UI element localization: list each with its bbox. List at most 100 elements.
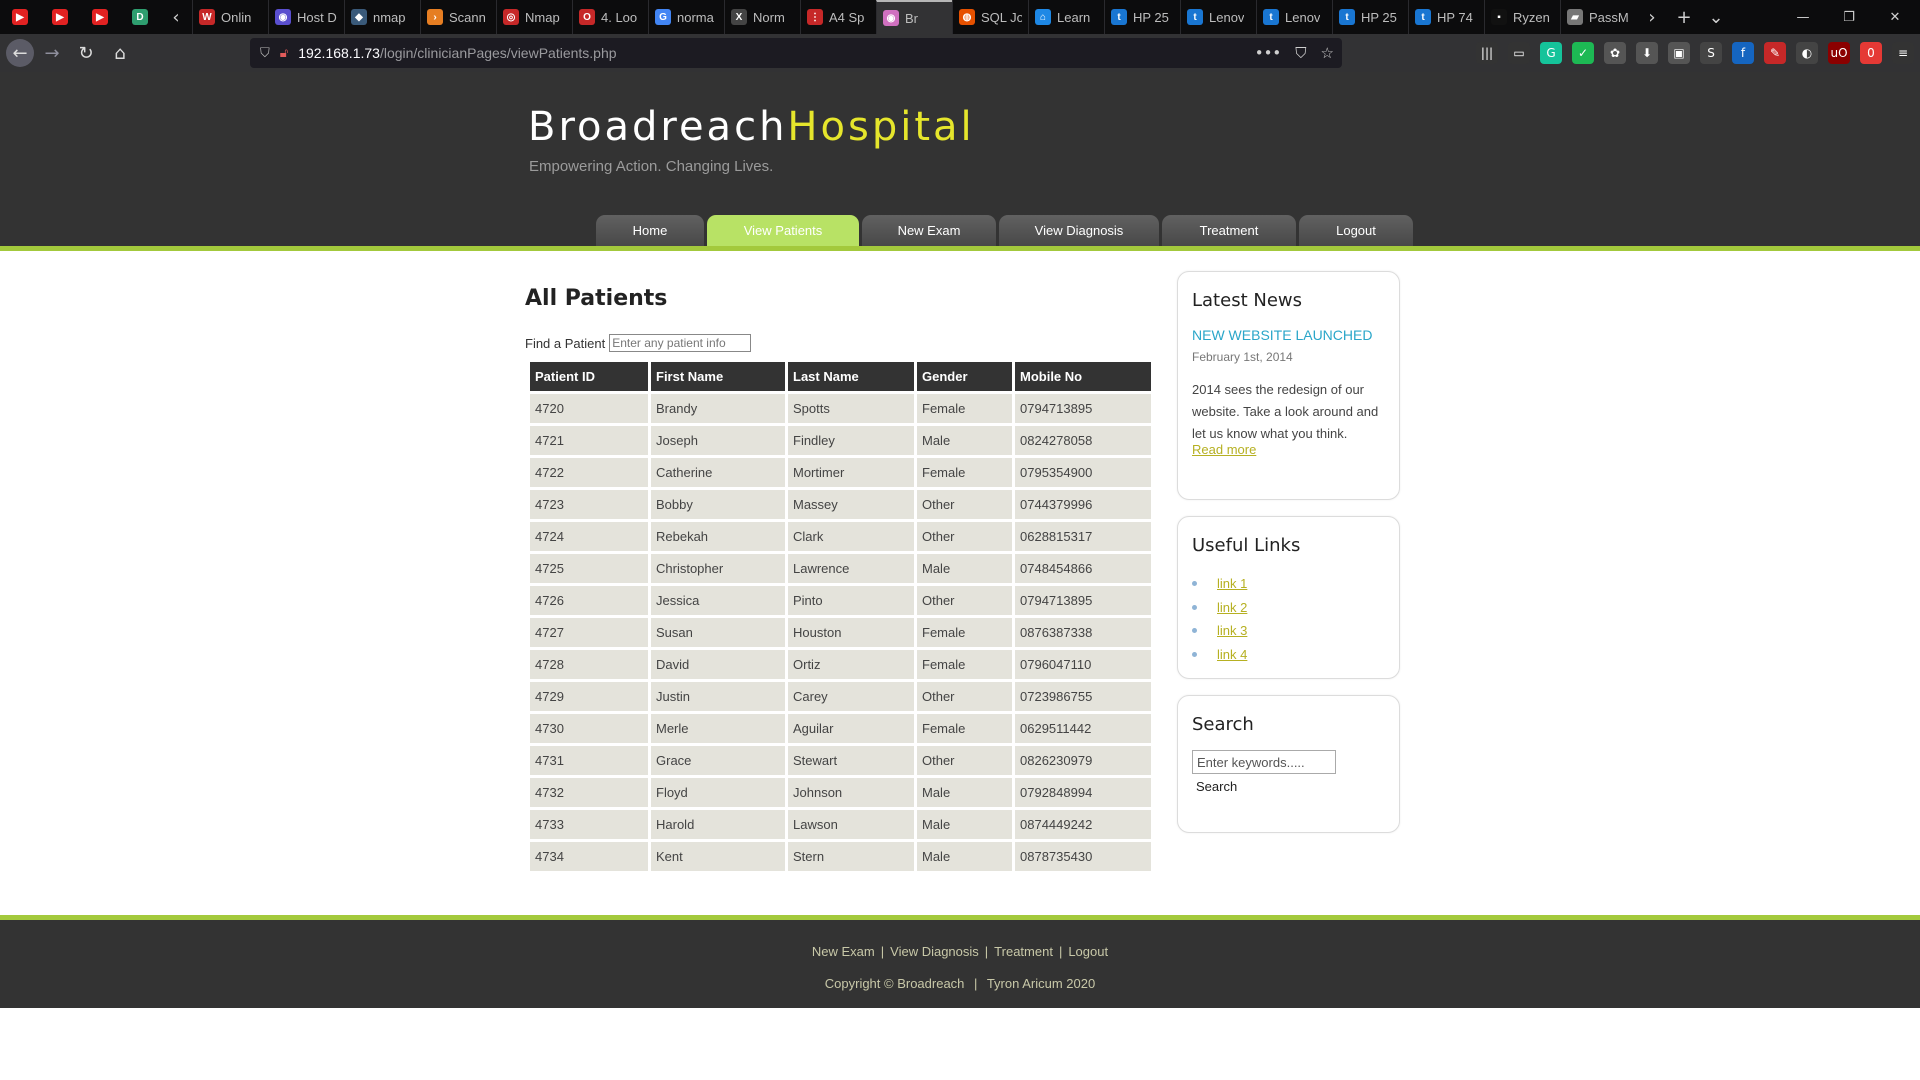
table-cell: Other <box>917 490 1012 519</box>
new-tab-button[interactable]: + <box>1668 7 1700 28</box>
extension-icon[interactable]: ✿ <box>1604 42 1626 64</box>
extension-icon[interactable]: ▭ <box>1508 42 1530 64</box>
table-row[interactable]: 4733 Harold Lawson Male 0874449242 <box>530 810 1151 839</box>
find-patient-input[interactable] <box>609 334 752 352</box>
browser-tab[interactable]: › Scann <box>420 0 496 34</box>
back-button[interactable]: ← <box>6 39 34 67</box>
extension-icon[interactable]: ||| <box>1476 42 1498 64</box>
home-button[interactable]: ⌂ <box>104 37 136 69</box>
browser-tab[interactable]: t HP 74 <box>1408 0 1484 34</box>
tab-title: HP 25 <box>1361 9 1397 25</box>
useful-link[interactable]: link 4 <box>1217 647 1247 662</box>
url-text[interactable]: 192.168.1.73/login/clinicianPages/viewPa… <box>298 45 616 61</box>
reload-button[interactable]: ↻ <box>70 37 102 69</box>
restore-window-button[interactable]: ❐ <box>1826 0 1872 34</box>
extension-icon[interactable]: ⬇ <box>1636 42 1658 64</box>
browser-tab[interactable]: t HP 25 <box>1332 0 1408 34</box>
shield-icon[interactable]: ⛉ <box>260 46 270 61</box>
extension-icon[interactable]: f <box>1732 42 1754 64</box>
extension-icon[interactable]: ≡ <box>1892 42 1914 64</box>
table-row[interactable]: 4726 Jessica Pinto Other 0794713895 <box>530 586 1151 615</box>
useful-link[interactable]: link 1 <box>1217 576 1247 591</box>
table-row[interactable]: 4730 Merle Aguilar Female 0629511442 <box>530 714 1151 743</box>
table-cell: Stern <box>788 842 914 871</box>
extension-icon[interactable]: ▣ <box>1668 42 1690 64</box>
browser-tab[interactable]: t Lenov <box>1256 0 1332 34</box>
useful-link[interactable]: link 3 <box>1217 623 1247 638</box>
extension-icon[interactable]: ✓ <box>1572 42 1594 64</box>
browser-tab[interactable]: t HP 25 <box>1104 0 1180 34</box>
table-row[interactable]: 4732 Floyd Johnson Male 0792848994 <box>530 778 1151 807</box>
browser-tab[interactable]: ▪ Ryzen <box>1484 0 1560 34</box>
nav-logout[interactable]: Logout <box>1299 215 1413 246</box>
extension-icon[interactable]: 0 <box>1860 42 1882 64</box>
table-row[interactable]: 4725 Christopher Lawrence Male 0748454866 <box>530 554 1151 583</box>
table-cell: 4733 <box>530 810 648 839</box>
browser-tab[interactable]: ◆ nmap <box>344 0 420 34</box>
footer-separator: | <box>974 976 978 991</box>
browser-tab[interactable]: W Onlin <box>192 0 268 34</box>
table-cell: Johnson <box>788 778 914 807</box>
footer-link[interactable]: Logout <box>1068 944 1108 959</box>
forward-button[interactable]: → <box>36 37 68 69</box>
page-actions-icon[interactable]: ••• <box>1255 44 1282 62</box>
extension-icon[interactable]: ◐ <box>1796 42 1818 64</box>
footer-link[interactable]: Treatment <box>994 944 1053 959</box>
search-input[interactable] <box>1192 750 1336 774</box>
read-more-link[interactable]: Read more <box>1192 442 1256 457</box>
pinned-tab[interactable]: ▶ <box>80 0 120 34</box>
table-row[interactable]: 4734 Kent Stern Male 0878735430 <box>530 842 1151 871</box>
table-row[interactable]: 4729 Justin Carey Other 0723986755 <box>530 682 1151 711</box>
table-row[interactable]: 4723 Bobby Massey Other 0744379996 <box>530 490 1151 519</box>
pinned-tab[interactable]: ▶ <box>40 0 80 34</box>
table-cell: 0629511442 <box>1015 714 1151 743</box>
table-row[interactable]: 4724 Rebekah Clark Other 0628815317 <box>530 522 1151 551</box>
table-row[interactable]: 4727 Susan Houston Female 0876387338 <box>530 618 1151 647</box>
browser-tab[interactable]: ⋮ A4 Sp <box>800 0 876 34</box>
nav-home[interactable]: Home <box>596 215 704 246</box>
table-row[interactable]: 4728 David Ortiz Female 0796047110 <box>530 650 1151 679</box>
pinned-tab[interactable]: ▶ <box>0 0 40 34</box>
address-bar[interactable]: ⛉ 🔓︎ 192.168.1.73/login/clinicianPages/v… <box>250 38 1342 68</box>
bookmark-star-icon[interactable]: ☆ <box>1321 44 1334 62</box>
nav-new-exam[interactable]: New Exam <box>862 215 996 246</box>
close-window-button[interactable]: ✕ <box>1872 0 1918 34</box>
minimize-window-button[interactable]: — <box>1780 0 1826 34</box>
table-cell: 4725 <box>530 554 648 583</box>
useful-link[interactable]: link 2 <box>1217 600 1247 615</box>
browser-tab[interactable]: Gnorma <box>648 0 724 34</box>
table-cell: Mortimer <box>788 458 914 487</box>
table-cell: Male <box>917 778 1012 807</box>
footer-link[interactable]: New Exam <box>812 944 875 959</box>
browser-tab[interactable]: ◎ Nmap <box>496 0 572 34</box>
table-row[interactable]: 4721 Joseph Findley Male 0824278058 <box>530 426 1151 455</box>
browser-tab[interactable]: ▰ PassM <box>1560 0 1636 34</box>
list-all-tabs-button[interactable]: ⌄ <box>1700 7 1732 28</box>
browser-tab[interactable]: ◍ SQL Jo <box>952 0 1028 34</box>
table-row[interactable]: 4722 Catherine Mortimer Female 0795354900 <box>530 458 1151 487</box>
pinned-tab[interactable]: D <box>120 0 160 34</box>
extension-icon[interactable]: S <box>1700 42 1722 64</box>
extension-icon[interactable]: ✎ <box>1764 42 1786 64</box>
table-row[interactable]: 4720 Brandy Spotts Female 0794713895 <box>530 394 1151 423</box>
browser-tab[interactable]: ◉ Host D <box>268 0 344 34</box>
table-row[interactable]: 4731 Grace Stewart Other 0826230979 <box>530 746 1151 775</box>
browser-tab[interactable]: ⌂ Learn <box>1028 0 1104 34</box>
extension-icon[interactable]: G <box>1540 42 1562 64</box>
nav-view-diagnosis[interactable]: View Diagnosis <box>999 215 1159 246</box>
search-button[interactable]: Search <box>1196 779 1237 794</box>
insecure-lock-icon[interactable]: 🔓︎ <box>280 46 288 61</box>
extension-icon[interactable]: uO <box>1828 42 1850 64</box>
pocket-icon[interactable]: ⛉ <box>1295 44 1306 62</box>
browser-tab[interactable]: O 4. Loo <box>572 0 648 34</box>
footer-link[interactable]: View Diagnosis <box>890 944 979 959</box>
news-title-link[interactable]: NEW WEBSITE LAUNCHED <box>1192 327 1372 343</box>
browser-tab[interactable]: ◉ Br <box>876 0 952 34</box>
browser-tab[interactable]: X Norm <box>724 0 800 34</box>
browser-tab[interactable]: t Lenov <box>1180 0 1256 34</box>
tab-scroll-right-button[interactable]: › <box>1636 7 1668 28</box>
site-logo[interactable]: BroadreachHospital <box>528 104 975 150</box>
tab-scroll-left-button[interactable]: ‹ <box>160 7 192 28</box>
nav-treatment[interactable]: Treatment <box>1162 215 1296 246</box>
nav-view-patients[interactable]: View Patients <box>707 215 859 246</box>
